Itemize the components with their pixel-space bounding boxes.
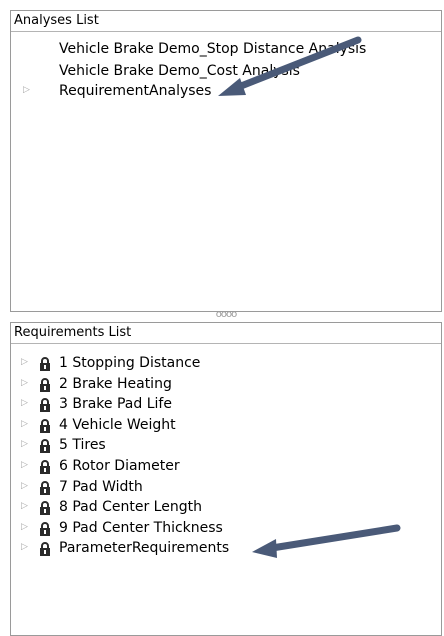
expand-triangle-icon[interactable]: ▷ [21,352,28,373]
requirement-item-label: 6 Rotor Diameter [59,458,180,474]
expand-triangle-icon[interactable]: ▷ [21,414,28,435]
lock-icon [39,500,51,516]
requirement-item[interactable]: 3 Brake Pad Life [59,394,172,415]
analyses-list-panel: Analyses List Vehicle Brake Demo_Stop Di… [10,10,442,312]
expand-triangle-icon[interactable]: ▷ [23,80,30,101]
lock-icon [39,397,51,413]
lock-icon [39,356,51,371]
tree-item-cost-analysis[interactable]: Vehicle Brake Demo_Cost Analysis [59,61,300,82]
requirement-item-label: 3 Brake Pad Life [59,396,172,413]
requirement-item[interactable]: 2 Brake Heating [59,374,172,395]
requirement-item-label: 1 Stopping Distance [59,355,201,371]
requirement-item[interactable]: 4 Vehicle Weight [59,415,176,436]
requirement-item[interactable]: 5 Tires [59,435,106,456]
requirement-item[interactable]: 1 Stopping Distance [59,353,200,374]
requirement-item[interactable]: 7 Pad Width [59,477,143,498]
requirement-item-label: 4 Vehicle Weight [59,416,176,433]
requirement-item-label: 9 Pad Center Thickness [59,519,223,536]
requirement-item[interactable]: 8 Pad Center Length [59,497,202,518]
expand-triangle-icon[interactable]: ▷ [21,537,28,558]
expand-triangle-icon[interactable]: ▷ [21,517,28,538]
tree-item-label: Vehicle Brake Demo_Stop Distance Analysi… [59,41,367,57]
requirement-item-label: 5 Tires [59,437,106,454]
lock-icon [39,377,51,392]
requirements-list-panel: Requirements List ▷ 1 Stopping Distance ▷ 2… [10,322,442,636]
expand-triangle-icon[interactable]: ▷ [21,476,28,497]
tree-item-stop-distance-analysis[interactable]: Vehicle Brake Demo_Stop Distance Analysi… [59,39,366,60]
lock-icon [39,480,51,495]
requirement-item[interactable]: ParameterRequirements [59,538,229,559]
lock-icon [39,438,51,454]
expand-triangle-icon[interactable]: ▷ [21,496,28,517]
analyses-list-header: Analyses List [11,11,441,32]
expand-triangle-icon[interactable]: ▷ [21,434,28,455]
requirement-item[interactable]: 9 Pad Center Thickness [59,518,223,539]
lock-icon [39,459,51,474]
requirement-item[interactable]: 6 Rotor Diameter [59,456,180,477]
requirement-item-label: ParameterRequirements [59,540,230,557]
tree-item-label: Vehicle Brake Demo_Cost Analysis [59,63,300,79]
lock-icon [39,418,51,433]
requirement-item-label: 8 Pad Center Length [59,499,202,516]
expand-triangle-icon[interactable]: ▷ [21,455,28,476]
splitter-grip[interactable]: oooo [214,310,238,321]
requirement-item-label: 7 Pad Width [59,478,143,495]
expand-triangle-icon[interactable]: ▷ [21,393,28,414]
requirement-item-label: 2 Brake Heating [59,375,172,392]
lock-icon [39,541,51,557]
requirements-list-header: Requirements List [11,323,441,344]
tree-item-label: RequirementAnalyses [59,83,212,99]
expand-triangle-icon[interactable]: ▷ [21,373,28,394]
tree-item-requirement-analyses[interactable]: RequirementAnalyses [59,81,211,102]
lock-icon [39,521,51,536]
